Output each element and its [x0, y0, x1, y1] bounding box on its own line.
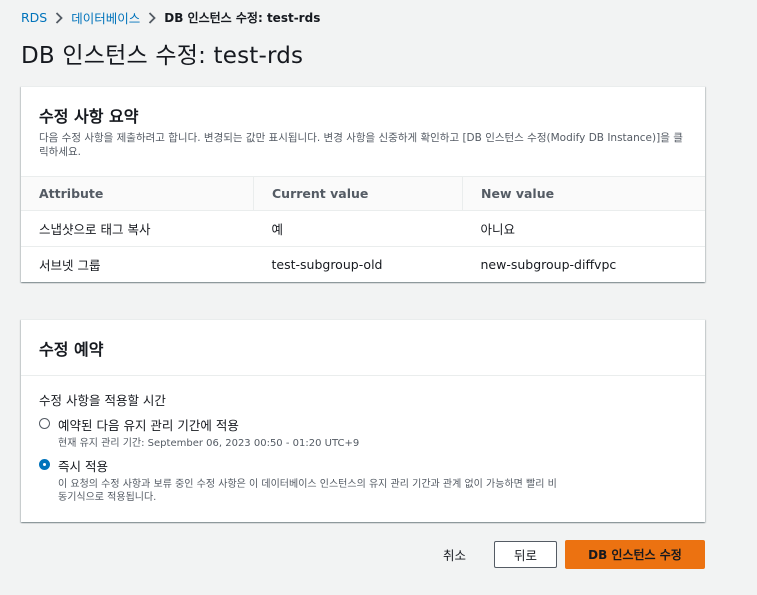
- radio-label: 즉시 적용: [58, 459, 108, 474]
- radio-unchecked-icon[interactable]: [39, 418, 50, 429]
- schedule-body: 수정 사항을 적용할 시간 예약된 다음 유지 관리 기간에 적용 현재 유지 …: [21, 376, 705, 504]
- new-value-cell: new-subgroup-diffvpc: [480, 257, 617, 272]
- column-header-current-value: Current value: [253, 176, 463, 211]
- schedule-header: 수정 예약: [21, 320, 705, 376]
- schedule-field-label: 수정 사항을 적용할 시간: [39, 393, 166, 408]
- radio-description: 이 요청의 수정 사항과 보류 중인 수정 사항은 이 데이터베이스 인스턴스의…: [58, 479, 557, 503]
- breadcrumb-databases-link[interactable]: 데이터베이스: [71, 8, 140, 27]
- breadcrumb: RDS 데이터베이스 DB 인스턴스 수정: test-rds: [21, 8, 320, 27]
- chevron-right-icon: [55, 11, 64, 25]
- current-value-cell: test-subgroup-old: [271, 257, 383, 272]
- cancel-button[interactable]: 취소: [443, 545, 466, 564]
- page-title: DB 인스턴스 수정: test-rds: [21, 43, 304, 69]
- back-button[interactable]: 뒤로: [494, 541, 557, 568]
- form-actions: 취소 뒤로 DB 인스턴스 수정: [443, 540, 705, 569]
- table-row: 서브넷 그룹 test-subgroup-old new-subgroup-di…: [21, 247, 705, 283]
- chevron-right-icon: [148, 11, 157, 25]
- radio-checked-icon[interactable]: [39, 459, 50, 470]
- summary-title: 수정 사항 요약: [39, 107, 139, 126]
- new-value-cell: 아니요: [462, 210, 705, 247]
- radio-label: 예약된 다음 유지 관리 기간에 적용: [58, 418, 239, 433]
- schedule-title: 수정 예약: [39, 339, 104, 359]
- attribute-cell: 서브넷 그룹: [39, 258, 101, 273]
- changes-table: Attribute Current value New value 스냅샷으로 …: [21, 176, 705, 282]
- breadcrumb-current: DB 인스턴스 수정: test-rds: [164, 11, 321, 25]
- column-header-attribute: Attribute: [21, 176, 254, 211]
- summary-header: 수정 사항 요약 다음 수정 사항을 제출하려고 합니다. 변경되는 값만 표시…: [21, 87, 705, 159]
- current-value-cell: 예: [253, 210, 463, 247]
- modify-db-instance-button[interactable]: DB 인스턴스 수정: [565, 540, 705, 569]
- summary-description: 다음 수정 사항을 제출하려고 합니다. 변경되는 값만 표시됩니다. 변경 사…: [39, 132, 683, 158]
- table-header-row: Attribute Current value New value: [21, 176, 705, 211]
- attribute-cell: 스냅샷으로 태그 복사: [21, 210, 254, 247]
- schedule-panel: 수정 예약 수정 사항을 적용할 시간 예약된 다음 유지 관리 기간에 적용 …: [21, 319, 705, 522]
- breadcrumb-rds-link[interactable]: RDS: [21, 10, 47, 25]
- column-header-new-value: New value: [462, 176, 705, 211]
- summary-panel: 수정 사항 요약 다음 수정 사항을 제출하려고 합니다. 변경되는 값만 표시…: [21, 86, 705, 282]
- radio-description: 현재 유지 관리 기간: September 06, 2023 00:50 - …: [58, 438, 360, 449]
- table-row: 스냅샷으로 태그 복사 예 아니요: [21, 210, 705, 247]
- radio-option-apply-immediately[interactable]: 즉시 적용 이 요청의 수정 사항과 보류 중인 수정 사항은 이 데이터베이스…: [39, 456, 687, 504]
- radio-option-maintenance-window[interactable]: 예약된 다음 유지 관리 기간에 적용 현재 유지 관리 기간: Septemb…: [39, 415, 687, 450]
